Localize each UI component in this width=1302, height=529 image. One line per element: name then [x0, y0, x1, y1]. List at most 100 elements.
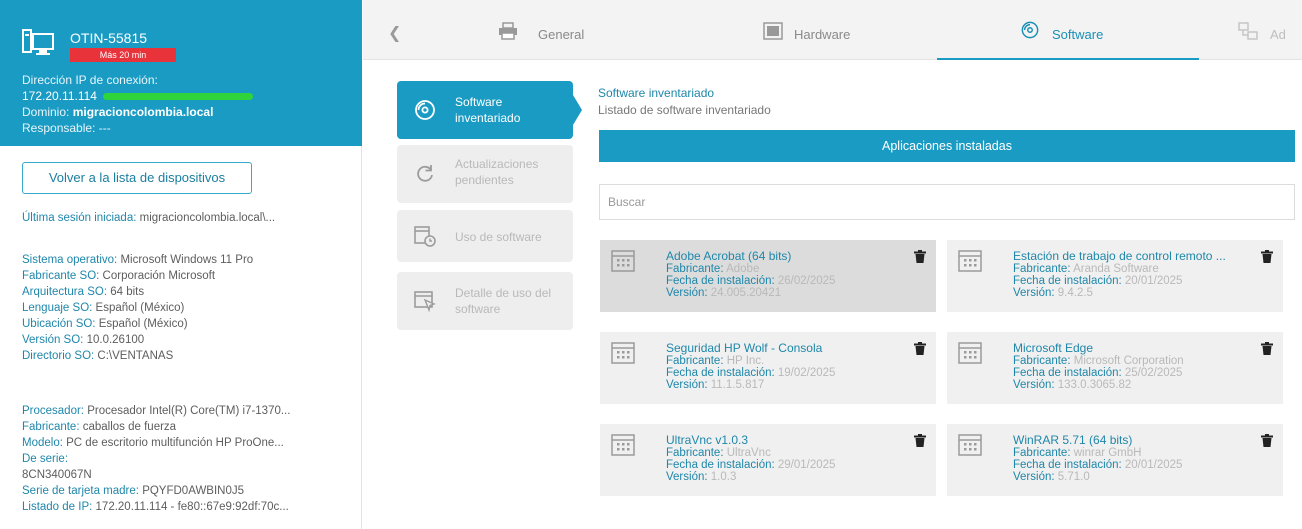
app-manufacturer: UltraVnc	[726, 447, 771, 459]
app-manufacturer: winrar GmbH	[1073, 447, 1142, 459]
content-subtitle: Listado de software inventariado	[598, 103, 771, 117]
info-value: Español (México)	[95, 302, 185, 314]
tab-label: Software	[1052, 27, 1104, 42]
status-badge: Más 20 min	[70, 48, 176, 62]
install-date-label: Fecha de instalación:	[1013, 275, 1122, 287]
app-version: 133.0.3065.82	[1057, 379, 1132, 391]
app-manufacturer-row: Fabricante: Aranda Software	[1013, 263, 1268, 275]
manufacturer-label: Fabricante:	[1013, 263, 1071, 275]
info-key: Fabricante SO:	[22, 270, 100, 282]
info-value: PC de escritorio multifunción HP ProOne.…	[66, 437, 284, 449]
app-grid-icon	[611, 434, 635, 456]
info-key: Ubicación SO:	[22, 318, 96, 330]
app-manufacturer: Adobe	[726, 263, 760, 275]
info-value: Procesador Intel(R) Core(TM) i7-1370...	[87, 405, 291, 417]
app-manufacturer-row: Fabricante: Adobe	[666, 263, 921, 275]
app-install-date: 26/02/2025	[777, 275, 836, 287]
back-to-devices-button[interactable]: Volver a la lista de dispositivos	[22, 162, 252, 194]
info-line: Serie de tarjeta madre: PQYFD0AWBIN0J5	[22, 483, 352, 499]
info-value: Corporación Microsoft	[102, 270, 216, 282]
info-group: Procesador: Procesador Intel(R) Core(TM)…	[22, 403, 352, 515]
app-name: Adobe Acrobat (64 bits)	[666, 250, 792, 263]
app-card[interactable]: Seguridad HP Wolf - Consola Fabricante: H…	[600, 332, 936, 404]
search-input[interactable]	[599, 184, 1295, 220]
app-manufacturer-row: Fabricante: Microsoft Corporation	[1013, 355, 1268, 367]
step-software-inventariado[interactable]: Software inventariado	[397, 81, 573, 139]
step-actualizaciones-pendientes[interactable]: Actualizaciones pendientes	[397, 145, 573, 203]
app-name: Estación de trabajo de control remoto ..…	[1013, 250, 1226, 263]
info-group: Sistema operativo: Microsoft Windows 11 …	[22, 252, 352, 364]
info-value: Microsoft Windows 11 Pro	[120, 254, 254, 266]
trash-icon[interactable]	[1261, 434, 1273, 447]
info-key: Listado de IP:	[22, 501, 93, 513]
manufacturer-label: Fabricante:	[666, 447, 724, 459]
info-line: Arquitectura SO: 64 bits	[22, 284, 352, 300]
app-grid-icon	[958, 250, 982, 272]
tab-label: General	[538, 27, 585, 42]
info-group: Última sesión iniciada: migracioncolombi…	[22, 210, 352, 226]
tab-ad[interactable]: Ad	[1238, 0, 1302, 60]
device-name: OTIN-55815	[70, 30, 148, 46]
computer-icon	[22, 29, 54, 55]
info-key: Versión SO:	[22, 334, 84, 346]
info-key: Fabricante:	[22, 421, 80, 433]
info-key: Procesador:	[22, 405, 85, 417]
info-key: Modelo:	[22, 437, 63, 449]
install-date-label: Fecha de instalación:	[1013, 459, 1122, 471]
manufacturer-label: Fabricante:	[1013, 447, 1071, 459]
app-install-date-row: Fecha de instalación: 25/02/2025	[1013, 367, 1268, 379]
app-manufacturer: HP Inc.	[726, 355, 765, 367]
version-label: Versión:	[1013, 379, 1055, 391]
step-uso-de-software[interactable]: Uso de software	[397, 210, 573, 262]
info-line: Última sesión iniciada: migracioncolombi…	[22, 210, 352, 226]
app-card[interactable]: UltraVnc v1.0.3 Fabricante: UltraVnc Fecha…	[600, 424, 936, 496]
content-title: Software inventariado	[598, 86, 715, 100]
app-card[interactable]: WinRAR 5.71 (64 bits) Fabricante: winrar …	[947, 424, 1283, 496]
trash-icon[interactable]	[1261, 342, 1273, 355]
tab-software[interactable]: Software	[937, 0, 1199, 60]
trash-icon[interactable]	[914, 250, 926, 263]
tab-hardware[interactable]: Hardware	[763, 0, 883, 60]
app-version-row: Versión: 9.4.2.5	[1013, 287, 1268, 299]
info-line: De serie:	[22, 451, 352, 467]
manufacturer-label: Fabricante:	[1013, 355, 1071, 367]
info-key: Lenguaje SO:	[22, 302, 93, 314]
app-install-date: 19/02/2025	[777, 367, 836, 379]
chevron-left-icon[interactable]: ❮	[388, 23, 401, 43]
app-install-date: 29/01/2025	[777, 459, 836, 471]
info-line: Modelo: PC de escritorio multifunción HP…	[22, 435, 352, 451]
app-version-row: Versión: 1.0.3	[666, 471, 921, 483]
trash-icon[interactable]	[914, 434, 926, 447]
app-card[interactable]: Microsoft Edge Fabricante: Microsoft Corp…	[947, 332, 1283, 404]
info-line: Sistema operativo: Microsoft Windows 11 …	[22, 252, 352, 268]
monitor-icon	[763, 22, 783, 40]
app-install-date-row: Fecha de instalación: 26/02/2025	[666, 275, 921, 287]
info-value: Español (México)	[98, 318, 188, 330]
responsible-row: Responsable: ---	[22, 121, 111, 135]
software-disc-icon	[415, 100, 435, 120]
ip-label: Dirección IP de conexión:	[22, 73, 158, 87]
info-line: 8CN340067N	[22, 467, 352, 483]
step-detalle-de-uso[interactable]: Detalle de uso del software	[397, 272, 573, 330]
info-line: Listado de IP: 172.20.11.114 - fe80::67e…	[22, 499, 352, 515]
app-version-row: Versión: 11.1.5.817	[666, 379, 921, 391]
info-line: Ubicación SO: Español (México)	[22, 316, 352, 332]
app-version-row: Versión: 5.71.0	[1013, 471, 1268, 483]
trash-icon[interactable]	[914, 342, 926, 355]
device-sidebar: OTIN-55815 Más 20 min Dirección IP de co…	[0, 0, 362, 529]
app-card[interactable]: Estación de trabajo de control remoto ..…	[947, 240, 1283, 312]
app-manufacturer-row: Fabricante: winrar GmbH	[1013, 447, 1268, 459]
info-value: C:\VENTANAS	[97, 350, 174, 362]
info-key: De serie:	[22, 453, 69, 465]
info-value: PQYFD0AWBIN0J5	[142, 485, 245, 497]
info-value: migracioncolombia.local\...	[139, 212, 276, 224]
software-disc-icon	[1021, 21, 1039, 39]
app-version: 11.1.5.817	[710, 379, 765, 391]
section-header[interactable]: Aplicaciones instaladas	[599, 130, 1295, 162]
tab-general[interactable]: General	[498, 0, 598, 60]
app-version: 5.71.0	[1057, 471, 1090, 483]
trash-icon[interactable]	[1261, 250, 1273, 263]
app-install-date-row: Fecha de instalación: 20/01/2025	[1013, 459, 1268, 471]
manufacturer-label: Fabricante:	[666, 355, 724, 367]
app-card[interactable]: Adobe Acrobat (64 bits) Fabricante: Adobe…	[600, 240, 936, 312]
